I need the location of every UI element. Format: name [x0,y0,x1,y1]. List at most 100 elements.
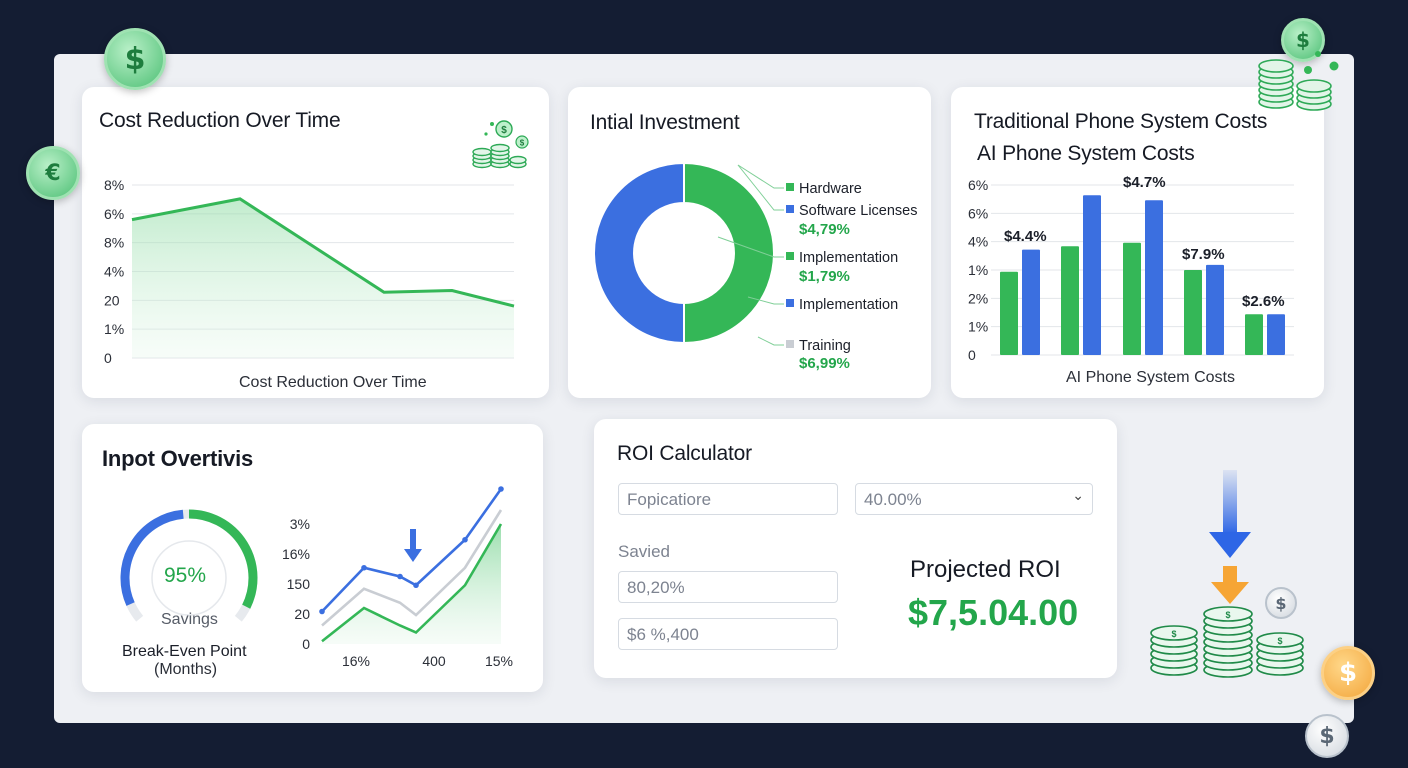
roi-input-field[interactable]: Fopicatiore [618,483,838,515]
y-tick-label: 6% [968,205,988,221]
bar [1206,264,1224,355]
saved-label: Savied [618,542,670,561]
legend-value: $4,79% [799,221,850,238]
y-tick-label: 20 [104,292,120,308]
arrow-down-icon [1211,566,1249,611]
legend-label: Implementation [799,297,898,313]
overview-title: Inpot Overtivis [102,446,254,471]
data-point [462,536,468,543]
y-tick-label: 1% [104,321,124,337]
roi-calculator-title: ROI Calculator [617,442,752,465]
euro-coin-icon: € [26,146,80,200]
legend-marker [786,340,794,348]
legend-label: Hardware [799,181,862,197]
x-tick-label: 16% [342,653,370,669]
legend-value: $6,99% [799,355,850,372]
x-tick-label: 15% [485,653,513,669]
svg-text:$: $ [1225,610,1230,620]
legend-label: Implementation [799,250,898,266]
legend-label: Software Licenses [799,203,917,219]
bar-data-label: $4.4% [1004,228,1047,245]
projected-roi-value: $7,5.04.00 [908,592,1079,633]
data-point [319,608,325,615]
legend-marker [786,205,794,213]
svg-text:$: $ [1277,636,1282,646]
data-point [397,573,403,580]
bar [1022,249,1040,355]
bar-data-label: $2.6% [1242,293,1285,310]
y-tick-label: 6% [968,177,988,193]
y-tick-label: 3% [290,516,310,532]
phone-costs-bar-chart: 6% 6% 4% 1% 2% 1% 0 $4.4% $4.7% $7.9% $2.6% [968,174,1294,363]
gauge-caption: Savings [161,611,218,628]
y-tick-label: 8% [104,235,124,251]
bar [1061,246,1079,355]
investment-donut-chart: Hardware Software Licenses $4,79% Implement… [593,161,917,372]
bar [1245,314,1263,355]
projected-roi-label: Projected ROI [910,556,1061,583]
area-fill [132,198,514,358]
overview-card: Inpot Overtivis 95% Savings Break-Even P… [82,424,543,692]
percentage-select-value: 40.00% [864,490,922,509]
y-tick-label: 4% [104,264,124,280]
legend-marker [786,252,794,260]
phone-costs-xlabel: AI Phone System Costs [1066,369,1235,386]
saved-percentage-field[interactable]: 80,20% [618,571,838,603]
bar-data-label: $7.9% [1182,246,1225,263]
legend-label: Training [799,338,851,354]
initial-investment-card: Intial Investment Hardware Software Licen… [568,87,931,398]
dollar-coin-icon: $ [1305,714,1349,758]
break-even-label: Break-Even Point [122,643,247,660]
chevron-down-icon: ⌄ [1072,488,1084,504]
y-tick-label: 0 [104,350,112,366]
y-tick-label: 1% [968,319,988,335]
x-tick-label: 400 [422,653,446,669]
data-point [498,486,504,492]
cost-reduction-xlabel: Cost Reduction Over Time [239,374,427,391]
dollar-coin-icon: $ [1321,646,1375,700]
bar-data-label: $4.7% [1123,174,1166,191]
phone-system-costs-card: Traditional Phone System Costs AI Phone … [951,87,1324,398]
y-tick-label: 1% [968,262,988,278]
roi-calculator-card: ROI Calculator Fopicatiore 40.00% ⌄ Savi… [594,419,1117,678]
y-tick-label: 20 [294,606,310,622]
y-tick-label: 0 [968,347,976,363]
gauge-value: 95% [164,564,207,587]
legend-marker [786,299,794,307]
bar [1083,195,1101,355]
y-tick-label: 4% [968,234,988,250]
svg-text:$: $ [1171,629,1176,639]
leader-line [737,164,784,189]
arrow-down-icon [410,529,416,551]
y-tick-label: 8% [104,177,124,193]
y-tick-label: 2% [968,290,988,306]
y-tick-label: 6% [104,206,124,222]
bar [1267,314,1285,355]
svg-text:$: $ [520,139,525,148]
bar [1145,200,1163,355]
bar [1184,270,1202,355]
leader-line [757,336,784,346]
y-tick-label: 0 [302,636,310,652]
arrow-down-icon [1207,470,1253,565]
break-even-unit: (Months) [154,661,218,678]
percentage-select[interactable]: 40.00% ⌄ [855,483,1093,515]
coin-stack-icon: $ $ [470,120,532,175]
legend-marker [786,183,794,191]
donut-slice [593,161,685,345]
data-point [361,564,367,571]
data-point [413,582,419,589]
y-tick-label: 150 [287,576,311,592]
dollar-coin-icon: $ [104,28,166,90]
bar [1000,271,1018,355]
legend-value: $1,79% [799,268,850,285]
bar [1123,242,1141,355]
overview-line-chart: 3% 16% 150 20 0 16% 400 15% [282,486,513,669]
y-tick-label: 16% [282,546,310,562]
coin-stack-icon: $ $ $ [1148,606,1308,685]
donut-slice [683,161,775,345]
coin-stack-icon [1252,50,1342,117]
saved-amount-field[interactable]: $6 %,400 [618,618,838,650]
svg-text:$: $ [501,125,507,136]
arrow-down-icon [404,549,422,562]
